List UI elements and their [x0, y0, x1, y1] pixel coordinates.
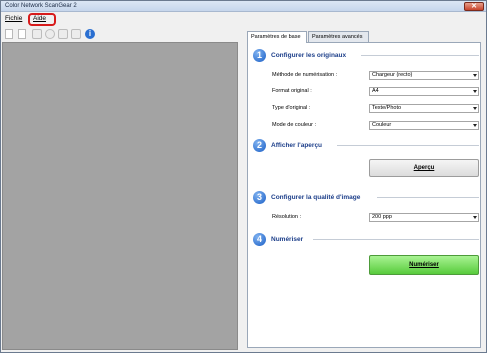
scan-method-label: Méthode de numérisation :: [272, 72, 338, 78]
section-quality: 3 Configurer la qualité d'image Résoluti…: [253, 191, 479, 231]
format-label: Format original :: [272, 88, 312, 94]
preview-button[interactable]: Aperçu: [369, 159, 479, 177]
scan-button[interactable]: Numériser: [369, 255, 479, 275]
info-icon[interactable]: i: [85, 29, 95, 39]
format-select[interactable]: A4: [369, 87, 479, 96]
divider: [337, 145, 479, 146]
type-row: Type d'original : Texte/Photo: [253, 104, 479, 113]
section-title: Afficher l'aperçu: [271, 142, 323, 149]
section-title: Configurer la qualité d'image: [271, 194, 361, 201]
close-button[interactable]: ✕: [464, 2, 484, 11]
color-mode-value: Couleur: [372, 122, 392, 128]
section-title: Configurer les originaux: [271, 52, 347, 59]
tab-content: 1 Configurer les originaux Méthode de nu…: [247, 42, 481, 348]
app-window: Color Network ScanGear 2 ✕ Fichie Aide i…: [0, 0, 487, 353]
menu-file[interactable]: Fichie: [5, 15, 22, 22]
chevron-down-icon: [473, 90, 477, 93]
step-number-2: 2: [253, 139, 266, 152]
title-bar: Color Network ScanGear 2 ✕: [1, 1, 486, 12]
save-icon[interactable]: [71, 29, 81, 39]
tab-advanced-settings[interactable]: Paramètres avancés: [308, 31, 369, 42]
chevron-down-icon: [473, 74, 477, 77]
new-doc-icon[interactable]: [5, 29, 13, 39]
resolution-value: 200 ppp: [372, 214, 392, 220]
section-scan: 4 Numériser Numériser: [253, 233, 479, 283]
step-number-1: 1: [253, 49, 266, 62]
color-mode-label: Mode de couleur :: [272, 122, 317, 128]
color-mode-select[interactable]: Couleur: [369, 121, 479, 130]
section-preview: 2 Afficher l'aperçu Aperçu: [253, 139, 479, 184]
zoom-icon[interactable]: [45, 29, 55, 39]
scan-method-select[interactable]: Chargeur (recto): [369, 71, 479, 80]
chevron-down-icon: [473, 124, 477, 127]
hand-icon[interactable]: [32, 29, 42, 39]
toolbar: i: [3, 28, 243, 41]
preview-area: [2, 42, 238, 350]
format-value: A4: [372, 88, 379, 94]
copy-icon[interactable]: [58, 29, 68, 39]
menu-bar: Fichie Aide: [1, 12, 486, 24]
scan-method-row: Méthode de numérisation : Chargeur (rect…: [253, 71, 479, 80]
type-value: Texte/Photo: [372, 105, 402, 111]
step-number-3: 3: [253, 191, 266, 204]
resolution-row: Résolution : 200 ppp: [253, 213, 479, 222]
step-number-4: 4: [253, 233, 266, 246]
help-menu-highlight: [28, 13, 56, 26]
divider: [377, 197, 479, 198]
divider: [361, 55, 479, 56]
tab-basic-settings[interactable]: Paramètres de base: [247, 31, 307, 43]
resolution-label: Résolution :: [272, 214, 302, 220]
type-select[interactable]: Texte/Photo: [369, 104, 479, 113]
resolution-select[interactable]: 200 ppp: [369, 213, 479, 222]
chevron-down-icon: [473, 107, 477, 110]
new-doc-icon[interactable]: [18, 29, 26, 39]
section-originals: 1 Configurer les originaux Méthode de nu…: [253, 49, 479, 139]
settings-panel: Paramètres de base Paramètres avancés 1 …: [242, 28, 483, 350]
window-title: Color Network ScanGear 2: [5, 3, 77, 9]
section-title: Numériser: [271, 236, 304, 243]
chevron-down-icon: [473, 216, 477, 219]
divider: [313, 239, 479, 240]
type-label: Type d'original :: [272, 105, 311, 111]
format-row: Format original : A4: [253, 87, 479, 96]
scan-method-value: Chargeur (recto): [372, 72, 413, 78]
color-mode-row: Mode de couleur : Couleur: [253, 121, 479, 130]
